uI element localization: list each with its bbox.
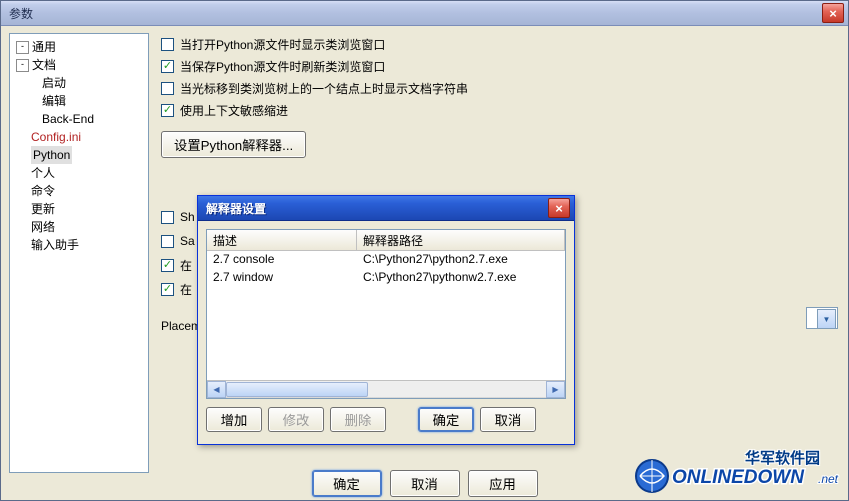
dialog-close-button[interactable]: × [548, 198, 570, 218]
tree-item-input-assist[interactable]: 输入助手 [12, 236, 146, 254]
cell-path: C:\Python27\pythonw2.7.exe [357, 269, 565, 287]
scrollbar-horizontal[interactable]: ◀ ▶ [207, 380, 565, 398]
cell-desc: 2.7 window [207, 269, 357, 287]
watermark-cn: 华军软件园 [745, 447, 820, 468]
bottom-buttons: 确定 取消 应用 [1, 468, 848, 498]
option-row: 当光标移到类浏览树上的一个结点上时显示文档字符串 [161, 77, 838, 99]
option-row: Sh [161, 205, 201, 229]
tree-label: 个人 [31, 166, 55, 180]
chevron-down-icon[interactable]: ▼ [817, 309, 836, 329]
option-row: ✓ 在 [161, 277, 201, 301]
checkbox[interactable] [161, 235, 174, 248]
option-label: 当保存Python源文件时刷新类浏览窗口 [180, 58, 385, 75]
checkbox[interactable] [161, 82, 174, 95]
ok-button[interactable]: 确定 [418, 407, 474, 432]
tree-label: 启动 [42, 76, 66, 90]
tree-label: Python [31, 146, 72, 164]
checkbox[interactable]: ✓ [161, 60, 174, 73]
tree-item-backend[interactable]: Back-End [12, 110, 146, 128]
cell-desc: 2.7 console [207, 251, 357, 269]
tree-label: 输入助手 [31, 238, 79, 252]
apply-button[interactable]: 应用 [468, 470, 538, 497]
placement-combo[interactable]: ▼ [806, 307, 838, 329]
col-path[interactable]: 解释器路径 [357, 230, 565, 250]
tree-item-personal[interactable]: 个人 [12, 164, 146, 182]
cell-path: C:\Python27\python2.7.exe [357, 251, 565, 269]
edit-button[interactable]: 修改 [268, 407, 324, 432]
client-area: -通用 -文档 启动 编辑 Back-End Config.ini Python… [1, 25, 848, 500]
close-icon: × [829, 7, 837, 20]
scroll-track[interactable] [226, 382, 546, 397]
titlebar-close-button[interactable]: × [822, 3, 844, 23]
tree-item-document[interactable]: -文档 [12, 56, 146, 74]
scroll-thumb[interactable] [226, 382, 368, 397]
option-label: 使用上下文敏感缩进 [180, 102, 288, 119]
tree-label: 命令 [31, 184, 55, 198]
cancel-button[interactable]: 取消 [480, 407, 536, 432]
dialog-title: 解释器设置 [202, 200, 548, 217]
list-row[interactable]: 2.7 console C:\Python27\python2.7.exe [207, 251, 565, 269]
tree-label: Config.ini [31, 130, 81, 144]
scroll-left-icon[interactable]: ◀ [207, 381, 226, 398]
tree-item-python[interactable]: Python [12, 146, 146, 164]
tree-item-update[interactable]: 更新 [12, 200, 146, 218]
ok-button[interactable]: 确定 [312, 470, 382, 497]
list-body: 2.7 console C:\Python27\python2.7.exe 2.… [207, 251, 565, 380]
dialog-titlebar[interactable]: 解释器设置 × [198, 196, 574, 221]
titlebar: 参数 × [1, 1, 848, 26]
option-label: 当打开Python源文件时显示类浏览窗口 [180, 36, 385, 53]
dialog-buttons: 增加 修改 删除 确定 取消 [206, 407, 566, 432]
checkbox[interactable]: ✓ [161, 104, 174, 117]
cancel-button[interactable]: 取消 [390, 470, 460, 497]
option-row: 当打开Python源文件时显示类浏览窗口 [161, 33, 838, 55]
scroll-right-icon[interactable]: ▶ [546, 381, 565, 398]
tree-label: 通用 [32, 40, 56, 54]
checkbox[interactable] [161, 38, 174, 51]
option-row: ✓ 使用上下文敏感缩进 [161, 99, 838, 121]
placement-label: Placem [161, 319, 201, 333]
close-icon: × [555, 201, 563, 216]
titlebar-title: 参数 [5, 5, 822, 22]
option-label: 在 [180, 257, 192, 274]
tree-label: 更新 [31, 202, 55, 216]
option-row: Sa [161, 229, 201, 253]
checkbox[interactable]: ✓ [161, 283, 174, 296]
tree-label: 文档 [32, 58, 56, 72]
tree-label: 网络 [31, 220, 55, 234]
tree-item-config[interactable]: Config.ini [12, 128, 146, 146]
expander-icon[interactable]: - [16, 59, 29, 72]
tree-item-command[interactable]: 命令 [12, 182, 146, 200]
option-row: ✓ 当保存Python源文件时刷新类浏览窗口 [161, 55, 838, 77]
list-row[interactable]: 2.7 window C:\Python27\pythonw2.7.exe [207, 269, 565, 287]
tree-label: Back-End [42, 112, 94, 126]
interpreter-dialog: 解释器设置 × 描述 解释器路径 2.7 console C:\Python27… [197, 195, 575, 445]
option-label: Sh [180, 210, 195, 224]
tree-label: 编辑 [42, 94, 66, 108]
dialog-body: 描述 解释器路径 2.7 console C:\Python27\python2… [198, 221, 574, 440]
option-label: 在 [180, 281, 192, 298]
set-interpreter-button[interactable]: 设置Python解释器... [161, 131, 306, 158]
checkbox[interactable]: ✓ [161, 259, 174, 272]
checkbox[interactable] [161, 211, 174, 224]
list-header: 描述 解释器路径 [207, 230, 565, 251]
tree: -通用 -文档 启动 编辑 Back-End Config.ini Python… [12, 38, 146, 254]
tree-item-general[interactable]: -通用 [12, 38, 146, 56]
tree-item-start[interactable]: 启动 [12, 74, 146, 92]
option-label: Sa [180, 234, 195, 248]
option-label: 当光标移到类浏览树上的一个结点上时显示文档字符串 [180, 80, 468, 97]
tree-item-edit[interactable]: 编辑 [12, 92, 146, 110]
add-button[interactable]: 增加 [206, 407, 262, 432]
interpreter-list[interactable]: 描述 解释器路径 2.7 console C:\Python27\python2… [206, 229, 566, 399]
tree-panel: -通用 -文档 启动 编辑 Back-End Config.ini Python… [9, 33, 149, 473]
tree-item-network[interactable]: 网络 [12, 218, 146, 236]
expander-icon[interactable]: - [16, 41, 29, 54]
col-desc[interactable]: 描述 [207, 230, 357, 250]
delete-button[interactable]: 删除 [330, 407, 386, 432]
window-root: 参数 × -通用 -文档 启动 编辑 Back-End Config.ini P… [0, 0, 849, 501]
option-row: ✓ 在 [161, 253, 201, 277]
hidden-options: Sh Sa ✓ 在 ✓ 在 Placem [161, 205, 201, 333]
